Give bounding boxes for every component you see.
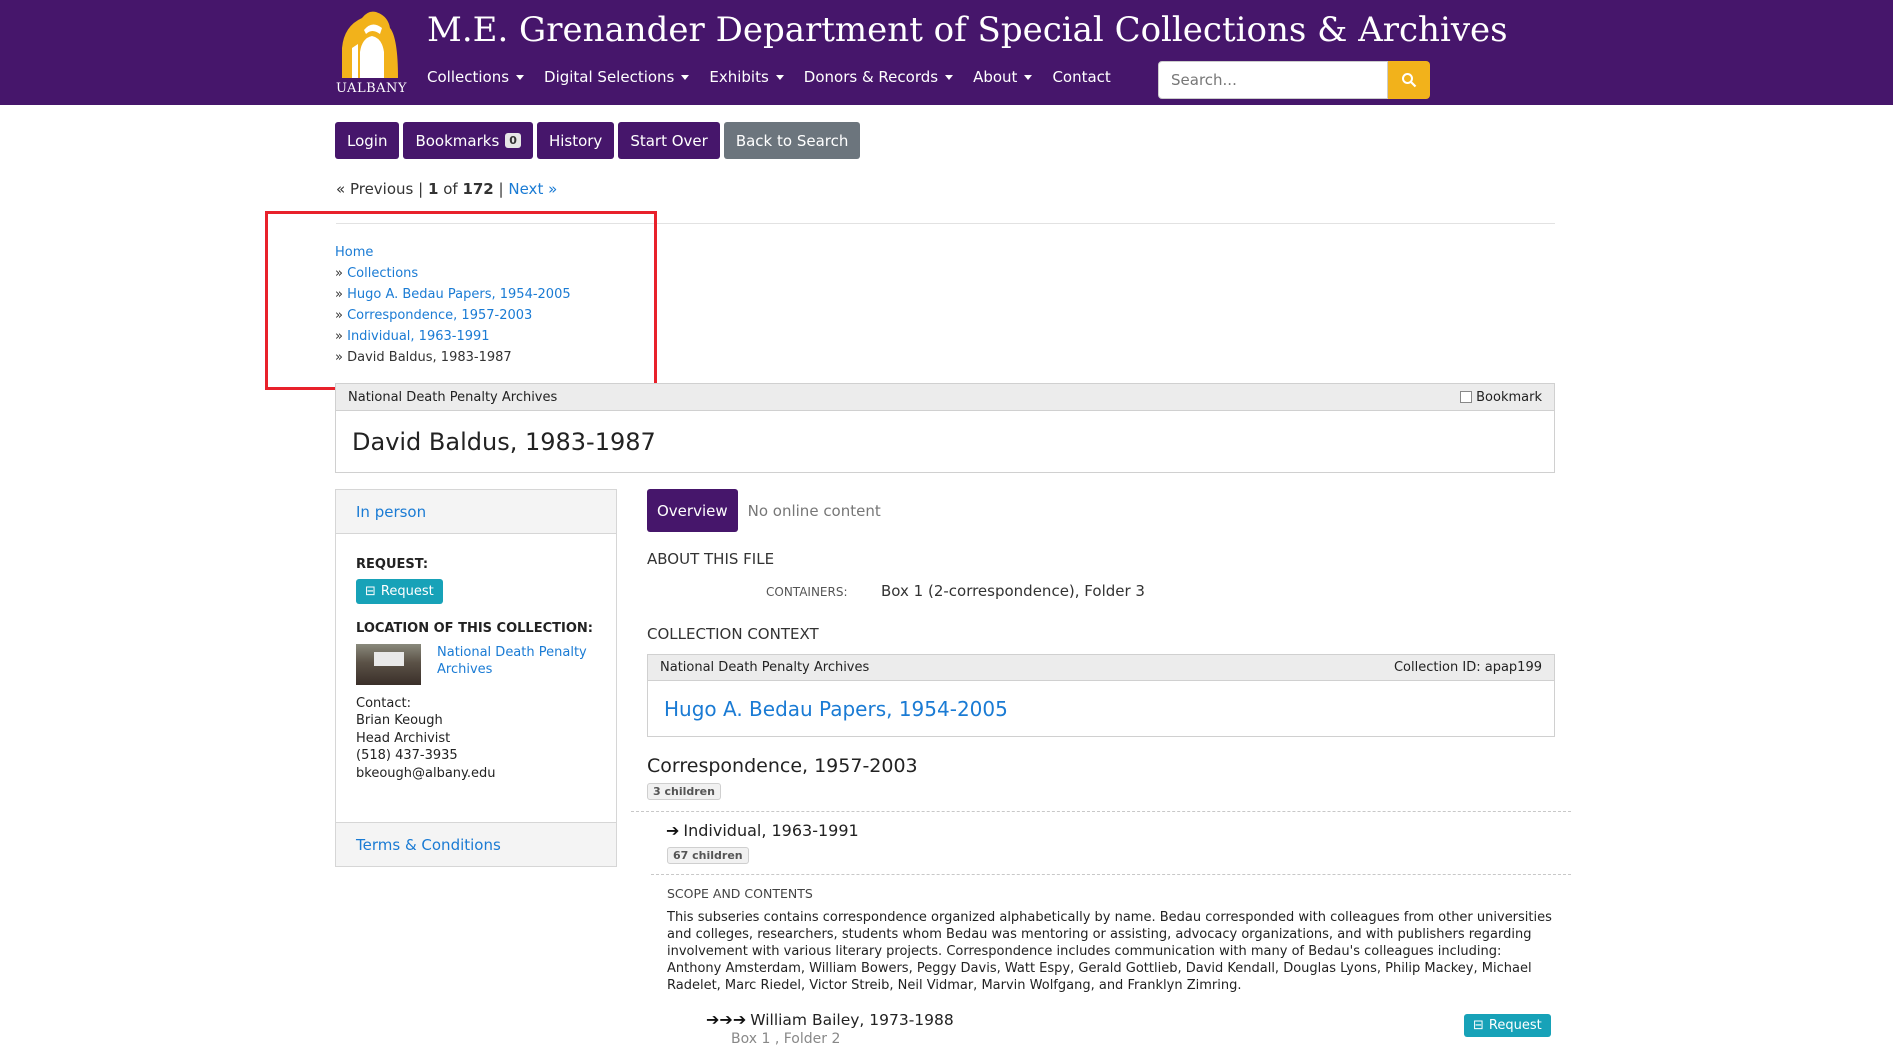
caret-down-icon: [945, 74, 954, 80]
highlight-box: [265, 211, 657, 390]
repository-link[interactable]: National Death Penalty Archives: [437, 644, 587, 685]
context-heading: COLLECTION CONTEXT: [647, 625, 819, 643]
content-tabs: Overview No online content: [647, 489, 881, 532]
tab-overview[interactable]: Overview: [647, 489, 738, 532]
request-button[interactable]: ⊟ Request: [356, 578, 443, 604]
start-over-button[interactable]: Start Over: [618, 122, 720, 159]
main-nav: Collections Digital Selections Exhibits …: [427, 68, 1131, 86]
repository-label: National Death Penalty Archives: [348, 389, 558, 405]
nav-collections[interactable]: Collections: [427, 68, 525, 86]
item-request-button[interactable]: ⊟ Request: [1464, 1014, 1551, 1037]
request-icon: ⊟: [365, 583, 376, 599]
child-item-row[interactable]: ➔➔➔ William Bailey, 1973-1988: [706, 1010, 954, 1029]
child-item-title[interactable]: William Bailey, 1973-1988: [750, 1011, 954, 1029]
nav-about[interactable]: About: [973, 68, 1033, 86]
contact-phone: (518) 437-3935: [356, 748, 458, 763]
caret-down-icon: [681, 74, 690, 80]
next-link[interactable]: Next »: [508, 180, 557, 198]
containers-row: CONTAINERS: Box 1 (2-correspondence), Fo…: [766, 582, 1145, 600]
tab-in-person[interactable]: In person: [336, 490, 616, 534]
current-index: 1: [427, 180, 439, 198]
results-pager: « Previous | 1 of 172 | Next »: [336, 180, 558, 198]
bookmark-toggle[interactable]: Bookmark: [1460, 390, 1542, 405]
containers-label: CONTAINERS:: [766, 585, 848, 599]
ualbany-logo[interactable]: UALBANY: [336, 8, 406, 98]
divider: [631, 811, 1571, 812]
collection-card: National Death Penalty Archives Collecti…: [647, 654, 1555, 737]
total-count: 172: [462, 180, 494, 198]
page-title: David Baldus, 1983-1987: [352, 428, 656, 456]
login-button[interactable]: Login: [335, 122, 400, 159]
contact-title: Head Archivist: [356, 730, 451, 746]
bookmarks-count-badge: 0: [505, 133, 521, 148]
search-toolbar: Login Bookmarks 0 History Start Over Back…: [335, 122, 861, 159]
history-button[interactable]: History: [536, 122, 615, 159]
contact-name: Brian Keough: [356, 713, 443, 728]
subseries-row[interactable]: ➔ Individual, 1963-1991: [666, 821, 859, 840]
divider: [651, 874, 1571, 875]
no-online-content: No online content: [747, 501, 881, 520]
terms-conditions-tab[interactable]: Terms & Conditions: [335, 822, 617, 867]
contact-label: Contact:: [356, 695, 411, 711]
repository-photo[interactable]: [356, 643, 421, 685]
caret-down-icon: [516, 74, 525, 80]
request-icon: ⊟: [1473, 1018, 1484, 1033]
caret-down-icon: [775, 74, 784, 80]
nav-exhibits[interactable]: Exhibits: [709, 68, 784, 86]
collection-id: Collection ID: apap199: [1393, 660, 1542, 675]
child-item-location: Box 1 , Folder 2: [731, 1031, 841, 1047]
scope-text: This subseries contains correspondence o…: [667, 910, 1552, 993]
logo-text: UALBANY: [336, 81, 407, 96]
about-heading: ABOUT THIS FILE: [647, 550, 775, 568]
search-input[interactable]: Search...: [1158, 61, 1388, 99]
series-title: Correspondence, 1957-2003 3 children: [647, 755, 918, 800]
location-label: LOCATION OF THIS COLLECTION:: [356, 621, 593, 636]
site-header: UALBANY M.E. Grenander Department of Spe…: [0, 0, 1893, 105]
series-children-badge: 3 children: [647, 783, 721, 800]
back-to-search-button[interactable]: Back to Search: [723, 122, 861, 159]
nav-contact[interactable]: Contact: [1052, 68, 1110, 86]
nav-donors-records[interactable]: Donors & Records: [804, 68, 954, 86]
record-title-panel: National Death Penalty Archives Bookmark…: [335, 383, 1555, 473]
arrow-right-icon: ➔: [666, 821, 680, 840]
nav-digital-selections[interactable]: Digital Selections: [544, 68, 690, 86]
bookmarks-button[interactable]: Bookmarks 0: [403, 122, 533, 159]
request-label: REQUEST:: [356, 557, 429, 572]
bookmark-checkbox[interactable]: [1460, 391, 1473, 403]
search-button[interactable]: [1388, 61, 1430, 99]
collection-title-link[interactable]: Hugo A. Bedau Papers, 1954-2005: [648, 681, 1554, 737]
subseries-title[interactable]: Individual, 1963-1991: [683, 821, 858, 840]
search-icon: [1402, 73, 1417, 88]
scope-heading: SCOPE AND CONTENTS: [667, 886, 813, 901]
subseries-children-badge: 67 children: [667, 847, 749, 864]
context-repository: National Death Penalty Archives: [660, 660, 870, 675]
minerva-logo-icon: [342, 11, 398, 79]
access-card: In person REQUEST: ⊟ Request LOCATION OF…: [335, 489, 617, 823]
contact-email[interactable]: bkeough@albany.edu: [356, 765, 596, 783]
caret-down-icon: [1024, 74, 1033, 80]
containers-value: Box 1 (2-correspondence), Folder 3: [881, 582, 1145, 600]
arrow-right-icon: ➔➔➔: [706, 1010, 747, 1029]
site-title[interactable]: M.E. Grenander Department of Special Col…: [427, 10, 1508, 50]
previous-label: « Previous: [336, 180, 414, 198]
